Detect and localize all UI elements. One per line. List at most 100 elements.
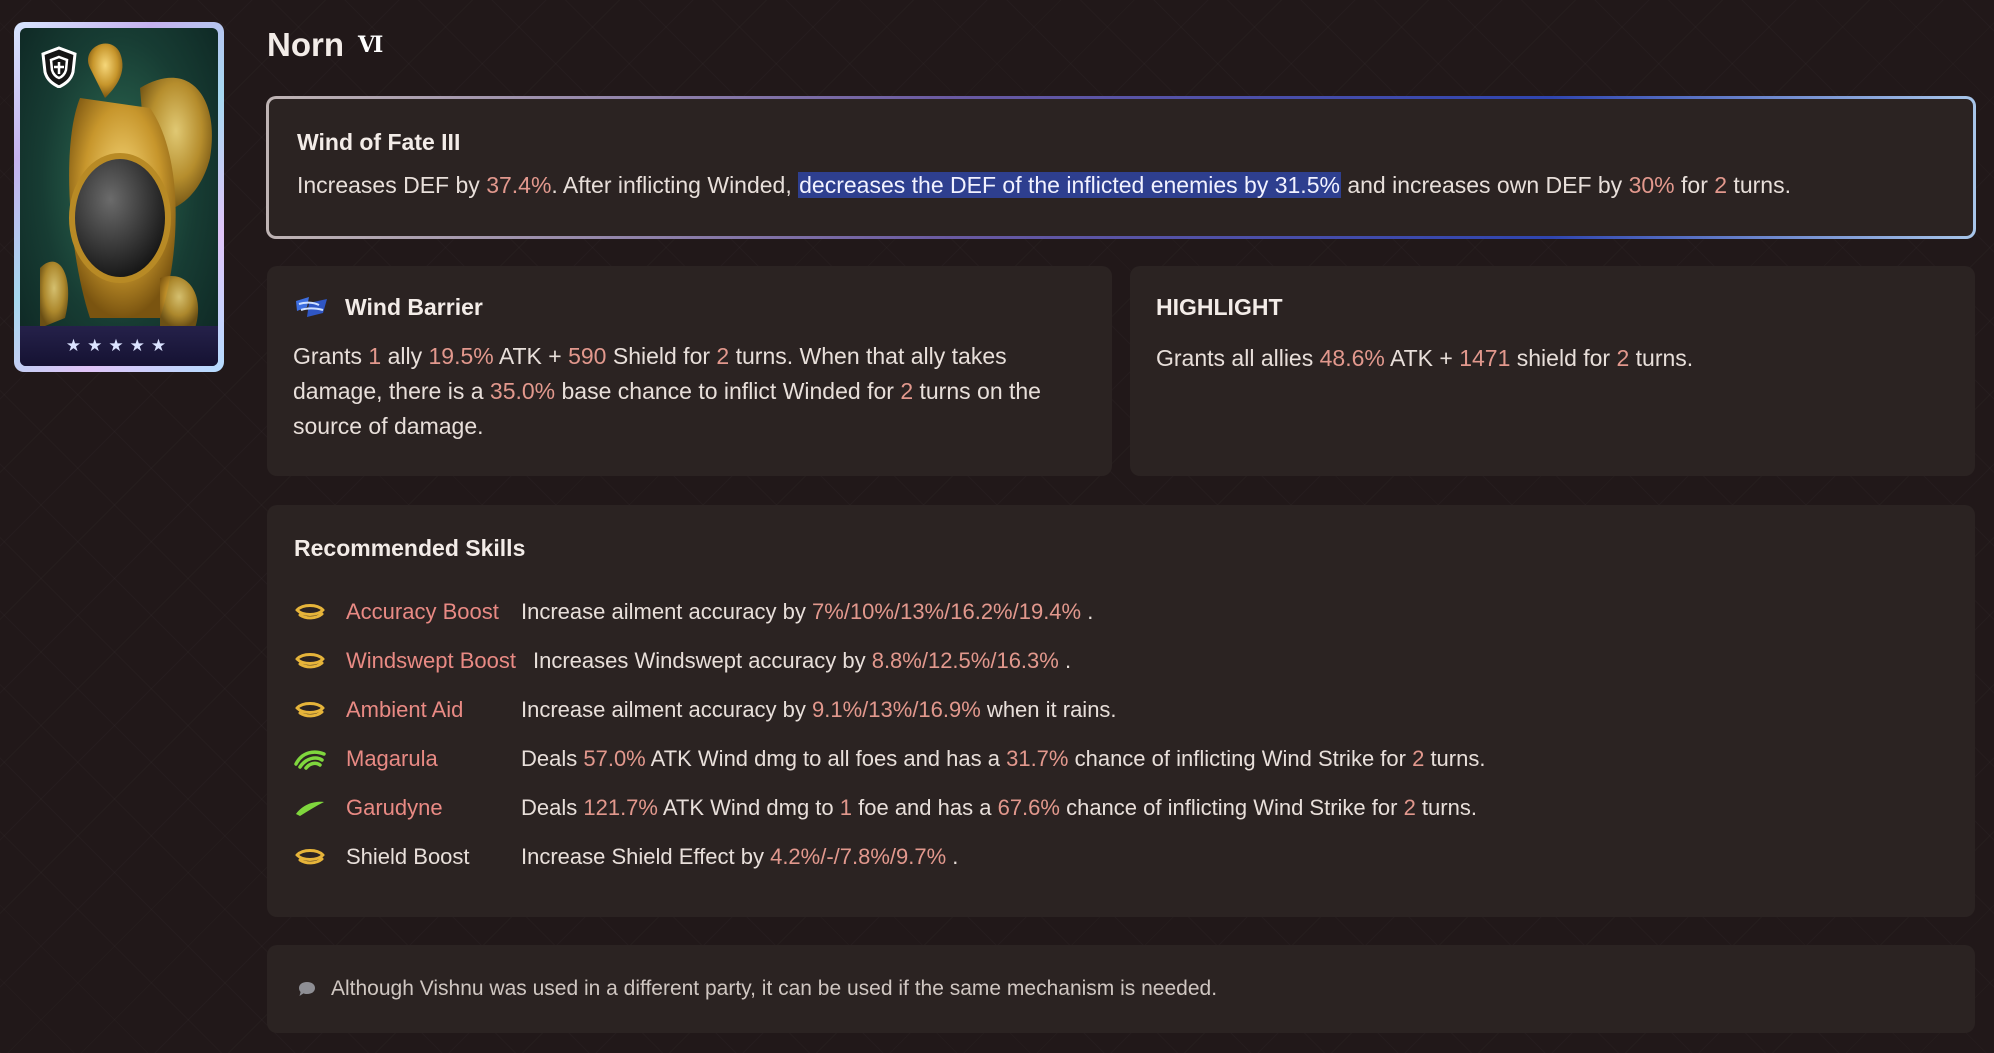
skill-name-link[interactable]: Magarula bbox=[346, 746, 521, 772]
desc-text: shield for bbox=[1510, 345, 1617, 371]
desc-text: Increases Windswept accuracy by bbox=[533, 648, 872, 673]
wind-icon bbox=[296, 801, 324, 816]
desc-value: 2 bbox=[900, 378, 914, 404]
desc-value: 1 bbox=[839, 795, 853, 820]
wind-icon bbox=[294, 750, 326, 770]
wind-barrier-icon bbox=[296, 296, 327, 317]
desc-value: 2 bbox=[1403, 795, 1416, 820]
wind-barrier-panel: Wind Barrier Grants 1 ally 19.5% ATK + 5… bbox=[267, 266, 1112, 476]
skill-description: Deals 57.0% ATK Wind dmg to all foes and… bbox=[521, 746, 1485, 772]
desc-text: Increases DEF by bbox=[297, 172, 487, 198]
skill-name-link[interactable]: Accuracy Boost bbox=[346, 599, 521, 625]
unique-skill-description: Increases DEF by 37.4%. After inflicting… bbox=[297, 168, 1945, 203]
desc-text: ally bbox=[381, 343, 429, 369]
desc-text: turns. bbox=[1415, 795, 1477, 820]
desc-value: 7%/10%/13%/16.2%/19.4% bbox=[812, 599, 1082, 624]
note-panel: Although Vishnu was used in a different … bbox=[267, 945, 1975, 1033]
desc-value: 48.6% bbox=[1319, 345, 1385, 371]
desc-value: 1471 bbox=[1459, 345, 1511, 371]
desc-text: Deals bbox=[521, 795, 584, 820]
desc-text: ATK Wind dmg to all foes and has a bbox=[645, 746, 1007, 771]
shield-icon bbox=[41, 46, 77, 88]
desc-value: 2 bbox=[1616, 345, 1630, 371]
desc-text: . bbox=[946, 844, 959, 869]
skill-row-magarula: Magarula Deals 57.0% ATK Wind dmg to all… bbox=[294, 744, 1485, 774]
passive-icon bbox=[295, 849, 325, 865]
desc-text: Increase ailment accuracy by bbox=[521, 599, 813, 624]
desc-value: 2 bbox=[1714, 172, 1728, 198]
highlight-title: HIGHLIGHT bbox=[1156, 294, 1283, 320]
recommended-skills-title: Recommended Skills bbox=[294, 535, 526, 561]
highlight-panel: HIGHLIGHT Grants all allies 48.6% ATK + … bbox=[1130, 266, 1975, 476]
desc-value: 2 bbox=[1412, 746, 1425, 771]
note-text: Although Vishnu was used in a different … bbox=[331, 977, 1218, 1000]
persona-name: Norn bbox=[267, 26, 344, 63]
desc-text: . bbox=[1058, 648, 1072, 673]
skill-name-link[interactable]: Windswept Boost bbox=[346, 648, 533, 674]
desc-value: 1 bbox=[368, 343, 382, 369]
desc-text: ATK Wind dmg to bbox=[657, 795, 840, 820]
skill-row-windswept-boost: Windswept Boost Increases Windswept accu… bbox=[294, 646, 1071, 676]
desc-text: when it rains. bbox=[980, 697, 1117, 722]
rank-badge-icon: Ⅵ bbox=[358, 32, 384, 58]
desc-text: chance of inflicting Wind Strike for bbox=[1059, 795, 1404, 820]
skill-description: Increases Windswept accuracy by 8.8%/12.… bbox=[533, 648, 1071, 674]
desc-text: for bbox=[1674, 172, 1715, 198]
skill-row-accuracy-boost: Accuracy Boost Increase ailment accuracy… bbox=[294, 597, 1093, 627]
selected-text[interactable]: decreases the DEF of the inflicted enemi… bbox=[798, 172, 1341, 198]
desc-text: Grants bbox=[293, 343, 369, 369]
recommended-skills-panel: Recommended Skills Accuracy Boost Increa… bbox=[267, 505, 1975, 917]
desc-text: turns. bbox=[1629, 345, 1694, 371]
skill-description: Increase Shield Effect by 4.2%/-/7.8%/9.… bbox=[521, 844, 958, 870]
skill-description: Increase ailment accuracy by 9.1%/13%/16… bbox=[521, 697, 1117, 723]
desc-value: 121.7% bbox=[583, 795, 658, 820]
desc-value: 31.7% bbox=[1006, 746, 1069, 771]
desc-value: 35.0% bbox=[489, 378, 556, 404]
skill-row-shield-boost: Shield Boost Increase Shield Effect by 4… bbox=[294, 842, 958, 872]
desc-value: 9.1%/13%/16.9% bbox=[812, 697, 981, 722]
desc-text: Grants all allies bbox=[1156, 345, 1320, 371]
desc-text: foe and has a bbox=[852, 795, 998, 820]
desc-text: base chance to inflict Winded for bbox=[555, 378, 901, 404]
page-title: Norn Ⅵ bbox=[267, 26, 383, 64]
desc-value: 8.8%/12.5%/16.3% bbox=[871, 648, 1059, 673]
desc-text: ATK + bbox=[1384, 345, 1460, 371]
skill-name-link[interactable]: Garudyne bbox=[346, 795, 521, 821]
desc-text: turns. bbox=[1424, 746, 1486, 771]
desc-text: Deals bbox=[521, 746, 584, 771]
persona-card[interactable]: ★★★★★ bbox=[14, 22, 224, 372]
desc-text: Shield for bbox=[606, 343, 717, 369]
skill-description: Increase ailment accuracy by 7%/10%/13%/… bbox=[521, 599, 1093, 625]
skill-name-link[interactable]: Ambient Aid bbox=[346, 697, 521, 723]
highlight-description: Grants all allies 48.6% ATK + 1471 shiel… bbox=[1156, 341, 1949, 376]
wind-barrier-description: Grants 1 ally 19.5% ATK + 590 Shield for… bbox=[293, 339, 1086, 444]
passive-icon bbox=[295, 702, 325, 718]
speech-bubble-icon bbox=[299, 982, 315, 996]
desc-value: 30% bbox=[1628, 172, 1675, 198]
desc-value: 590 bbox=[568, 343, 607, 369]
desc-text: Increase Shield Effect by bbox=[521, 844, 771, 869]
passive-icon bbox=[295, 604, 325, 620]
desc-text: Increase ailment accuracy by bbox=[521, 697, 813, 722]
rarity-stars: ★★★★★ bbox=[20, 326, 218, 366]
skill-name: Shield Boost bbox=[346, 844, 470, 869]
unique-skill-title: Wind of Fate III bbox=[297, 129, 461, 155]
skill-description: Deals 121.7% ATK Wind dmg to 1 foe and h… bbox=[521, 795, 1477, 821]
desc-value: 2 bbox=[716, 343, 730, 369]
passive-icon bbox=[295, 653, 325, 669]
desc-text: chance of inflicting Wind Strike for bbox=[1068, 746, 1413, 771]
unique-skill-panel: Wind of Fate III Increases DEF by 37.4%.… bbox=[266, 96, 1976, 239]
desc-value: 19.5% bbox=[428, 343, 494, 369]
desc-text: ATK + bbox=[493, 343, 569, 369]
desc-text: . After inflicting Winded, bbox=[551, 172, 799, 198]
skill-row-ambient-aid: Ambient Aid Increase ailment accuracy by… bbox=[294, 695, 1117, 725]
desc-value: 4.2%/-/7.8%/9.7% bbox=[770, 844, 947, 869]
wind-barrier-header: Wind Barrier bbox=[293, 294, 1086, 321]
desc-value: 37.4% bbox=[486, 172, 552, 198]
desc-value: 67.6% bbox=[997, 795, 1060, 820]
desc-text: turns. bbox=[1727, 172, 1791, 198]
card-art-frame: ★★★★★ bbox=[20, 28, 218, 366]
desc-value: 57.0% bbox=[583, 746, 646, 771]
desc-text: . bbox=[1081, 599, 1094, 624]
skill-row-garudyne: Garudyne Deals 121.7% ATK Wind dmg to 1 … bbox=[294, 793, 1477, 823]
